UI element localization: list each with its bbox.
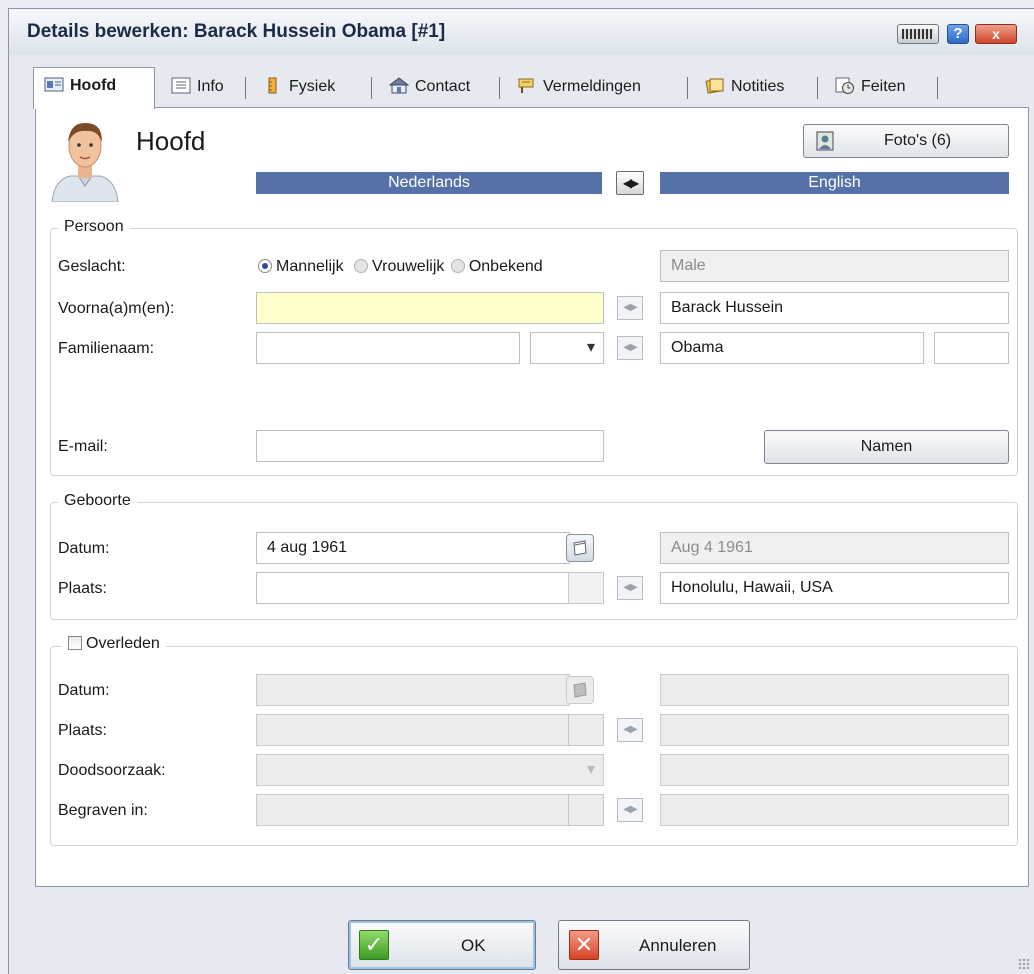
birth-place-label: Plaats: [58, 580, 107, 597]
help-button[interactable]: ? [947, 24, 969, 44]
copy-firstnames-button[interactable]: ◀▶ [617, 296, 643, 320]
ok-label: OK [461, 936, 486, 955]
tab-hoofd[interactable]: Hoofd [33, 67, 155, 109]
birth-date-en-field: Aug 4 1961 [660, 532, 1009, 564]
calendar-button[interactable] [566, 534, 594, 562]
birth-place-input[interactable] [256, 572, 570, 604]
checkbox-box[interactable] [68, 636, 82, 650]
tab-label: Hoofd [70, 77, 117, 94]
buried-label: Begraven in: [58, 802, 148, 819]
names-button[interactable]: Namen [764, 430, 1009, 464]
email-label: E-mail: [58, 438, 108, 455]
birth-place-picker-button[interactable] [568, 572, 604, 604]
persoon-legend: Persoon [58, 218, 130, 236]
tab-fysiek[interactable]: Fysiek [253, 69, 345, 105]
keyboard-icon[interactable] [897, 24, 939, 44]
lastname-label: Familienaam: [58, 340, 155, 357]
gender-label: Geslacht: [58, 258, 126, 275]
tab-label: Vermeldingen [543, 78, 641, 95]
house-icon [389, 77, 409, 94]
gender-radio-group: Mannelijk Vrouwelijk Onbekend [258, 258, 543, 276]
window-title: Details bewerken: Barack Hussein Obama [… [27, 21, 446, 42]
tab-feiten[interactable]: Feiten [825, 69, 915, 105]
death-place-label: Plaats: [58, 722, 107, 739]
avatar [51, 122, 119, 202]
page-heading: Hoofd [136, 126, 206, 156]
close-icon: ✕ [569, 930, 599, 960]
radio-mannelijk[interactable]: Mannelijk [258, 258, 344, 275]
copy-lastname-button[interactable]: ◀▶ [617, 336, 643, 360]
email-input[interactable] [256, 430, 604, 462]
radio-onbekend[interactable]: Onbekend [450, 258, 543, 275]
gender-en-field: Male [660, 250, 1009, 282]
death-place-input [256, 714, 570, 746]
buried-en-field [660, 794, 1009, 826]
tab-label: Contact [415, 78, 471, 95]
lastname-en-input[interactable]: Obama [660, 332, 924, 364]
cancel-button[interactable]: ✕ Annuleren [558, 920, 750, 970]
death-date-label: Datum: [58, 682, 110, 699]
edit-details-window: Details bewerken: Barack Hussein Obama [… [8, 8, 1034, 974]
overleden-checkbox[interactable]: Overleden [62, 635, 166, 653]
fact-clock-icon [835, 77, 854, 94]
lastname-en-suffix-input[interactable] [934, 332, 1009, 364]
death-place-en-input [660, 714, 1009, 746]
title-bar: Details bewerken: Barack Hussein Obama [… [9, 9, 1034, 55]
copy-buried-button: ◀▶ [617, 798, 643, 822]
tab-info[interactable]: Info [161, 69, 234, 105]
buried-picker-button [568, 794, 604, 826]
tab-contact[interactable]: Contact [379, 69, 480, 105]
lastname-input[interactable] [256, 332, 520, 364]
close-button[interactable]: x [975, 24, 1017, 44]
sign-icon [518, 78, 534, 93]
copy-death-place-button: ◀▶ [617, 718, 643, 742]
cause-select [256, 754, 604, 786]
calendar-icon [573, 682, 587, 698]
ruler-icon [268, 77, 277, 94]
id-card-icon [44, 77, 64, 92]
info-list-icon [171, 77, 191, 94]
hoofd-panel: Hoofd Foto's (6) Nederlands ◀▶ English P… [35, 107, 1029, 887]
tab-label: Info [197, 78, 224, 95]
geboorte-legend: Geboorte [58, 492, 137, 510]
tab-label: Fysiek [289, 78, 336, 95]
death-date-en-field [660, 674, 1009, 706]
radio-vrouwelijk[interactable]: Vrouwelijk [354, 258, 444, 275]
buried-input [256, 794, 570, 826]
cause-en-field [660, 754, 1009, 786]
photo-icon [816, 131, 834, 151]
lang-bar-left: Nederlands [256, 172, 602, 194]
death-place-picker-button [568, 714, 604, 746]
lang-bar-right: English [660, 172, 1009, 194]
cancel-label: Annuleren [639, 936, 717, 955]
tab-notities[interactable]: Notities [695, 69, 794, 105]
tab-label: Feiten [861, 78, 906, 95]
birth-place-en-input[interactable]: Honolulu, Hawaii, USA [660, 572, 1009, 604]
checkmark-icon: ✓ [359, 930, 389, 960]
photos-button[interactable]: Foto's (6) [803, 124, 1009, 158]
tab-vermeldingen[interactable]: Vermeldingen [507, 69, 651, 105]
firstnames-en-input[interactable]: Barack Hussein [660, 292, 1009, 324]
tab-label: Notities [731, 78, 785, 95]
resize-grip[interactable] [1018, 958, 1030, 970]
swap-languages-button[interactable]: ◀▶ [616, 171, 644, 195]
photos-button-label: Foto's (6) [884, 132, 952, 149]
tab-bar: Hoofd Info Fysiek Contact Vermeldingen N… [33, 67, 1013, 109]
birth-date-label: Datum: [58, 540, 110, 557]
firstnames-input[interactable] [256, 292, 604, 324]
copy-birth-place-button[interactable]: ◀▶ [617, 576, 643, 600]
birth-date-input[interactable]: 4 aug 1961 [256, 532, 570, 564]
firstnames-label: Voorna(a)m(en): [58, 300, 175, 317]
death-date-input [256, 674, 570, 706]
death-calendar-button [566, 676, 594, 704]
cause-label: Doodsoorzaak: [58, 762, 166, 779]
notes-icon [705, 78, 724, 94]
ok-button[interactable]: ✓ OK [348, 920, 536, 970]
lastname-prefix-select[interactable] [530, 332, 604, 364]
calendar-icon [573, 540, 587, 556]
